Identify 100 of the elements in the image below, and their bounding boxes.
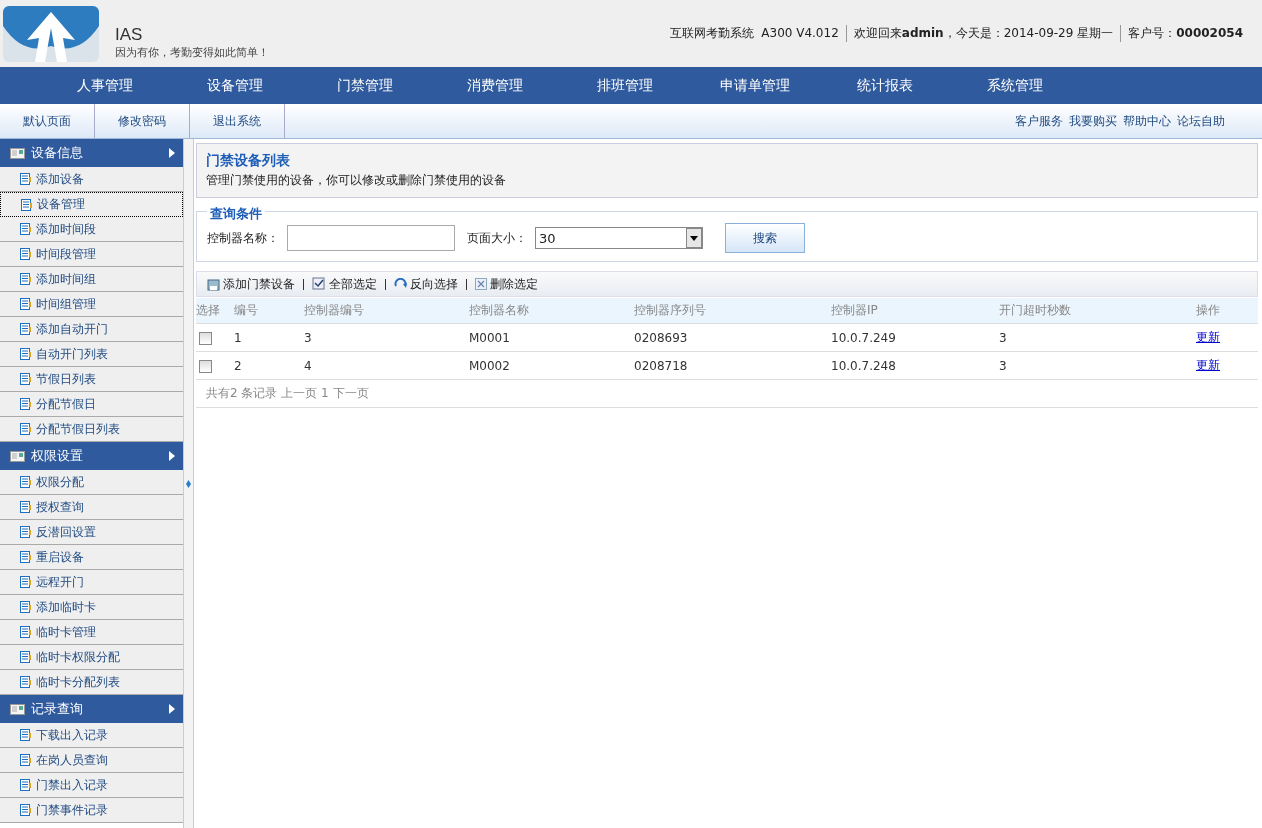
- toolbar-button[interactable]: 添加门禁设备: [207, 275, 295, 293]
- slogan: 因为有你，考勤变得如此简单！: [115, 45, 269, 60]
- sidebar-item[interactable]: 权限分配: [0, 470, 183, 495]
- column-header: 开门超时秒数: [999, 298, 1196, 324]
- column-header: 编号: [228, 298, 304, 324]
- search-button[interactable]: 搜索: [725, 223, 805, 253]
- sidebar-item[interactable]: 临时卡管理: [0, 620, 183, 645]
- sub-nav-tab[interactable]: 默认页面: [0, 104, 95, 138]
- field-label: 页面大小：: [467, 229, 527, 247]
- sidebar-item[interactable]: 时间组管理: [0, 292, 183, 317]
- document-icon: [20, 626, 31, 638]
- top-link[interactable]: 帮助中心: [1123, 112, 1171, 130]
- row-checkbox[interactable]: [199, 359, 212, 373]
- sidebar-item[interactable]: 门禁出入记录: [0, 773, 183, 798]
- sidebar-section-header[interactable]: 设备信息: [0, 139, 183, 167]
- customer-number: 客户号：00002054: [1120, 25, 1250, 42]
- page-size-select[interactable]: 30: [535, 227, 703, 249]
- controller-name-field[interactable]: [287, 225, 455, 251]
- document-icon: [20, 526, 31, 538]
- table-cell: 10.0.7.249: [831, 323, 999, 352]
- table-cell: 10.0.7.248: [831, 351, 999, 380]
- sidebar-section-header[interactable]: 记录查询: [0, 695, 183, 723]
- nav-menu-item[interactable]: 人事管理: [40, 67, 170, 104]
- document-icon: [20, 173, 31, 185]
- sidebar-item[interactable]: 添加自动开门: [0, 317, 183, 342]
- sidebar-item[interactable]: 门禁事件记录: [0, 798, 183, 823]
- table-cell: 1: [228, 323, 304, 352]
- document-icon: [20, 501, 31, 513]
- column-header: 控制器序列号: [634, 298, 831, 324]
- nav-menu-item[interactable]: 设备管理: [170, 67, 300, 104]
- toolbar-button[interactable]: 全部选定: [312, 275, 377, 293]
- sub-nav-tab[interactable]: 退出系统: [190, 104, 285, 138]
- document-icon: [20, 804, 31, 816]
- document-icon: [20, 651, 31, 663]
- column-header: 操作: [1196, 298, 1258, 324]
- sub-nav-tab[interactable]: 修改密码: [95, 104, 190, 138]
- column-header: 控制器编号: [304, 298, 469, 324]
- top-link[interactable]: 客户服务: [1015, 112, 1063, 130]
- column-header: 选择: [196, 298, 228, 324]
- sidebar-item[interactable]: 远程开门: [0, 570, 183, 595]
- page-title: 门禁设备列表: [206, 152, 291, 170]
- table-cell: 4: [304, 351, 469, 380]
- document-icon: [20, 551, 31, 563]
- document-icon: [20, 779, 31, 791]
- sidebar-item[interactable]: 临时卡权限分配: [0, 645, 183, 670]
- sidebar-item[interactable]: 授权查询: [0, 495, 183, 520]
- sidebar-item[interactable]: 时间段管理: [0, 242, 183, 267]
- page-description: 管理门禁使用的设备，你可以修改或删除门禁使用的设备: [206, 172, 507, 189]
- column-header: 控制器IP: [831, 298, 999, 324]
- top-link[interactable]: 我要购买: [1069, 112, 1117, 130]
- document-icon: [20, 576, 31, 588]
- system-version: 互联网考勤系统 A300 V4.012: [668, 25, 840, 42]
- field-label: 控制器名称：: [207, 229, 279, 247]
- table-cell: 3: [999, 323, 1196, 352]
- sidebar-item[interactable]: 添加时间组: [0, 267, 183, 292]
- sidebar-item[interactable]: 添加临时卡: [0, 595, 183, 620]
- welcome-text: 欢迎回来admin，今天是：2014-09-29 星期一: [845, 25, 1121, 42]
- nav-menu-item[interactable]: 门禁管理: [300, 67, 430, 104]
- table-cell: 0208693: [634, 323, 831, 352]
- sidebar-item[interactable]: 分配节假日: [0, 392, 183, 417]
- document-icon: [20, 754, 31, 766]
- sidebar-item[interactable]: 临时卡分配列表: [0, 670, 183, 695]
- document-icon: [20, 348, 31, 360]
- sidebar-section-header[interactable]: 权限设置: [0, 442, 183, 470]
- table-cell: M0001: [469, 323, 634, 352]
- sidebar-item[interactable]: 添加设备: [0, 167, 183, 192]
- nav-menu-item[interactable]: 统计报表: [820, 67, 950, 104]
- document-icon: [20, 729, 31, 741]
- sidebar-item[interactable]: 反潜回设置: [0, 520, 183, 545]
- query-legend: 查询条件: [207, 205, 265, 223]
- table-cell: M0002: [469, 351, 634, 380]
- sidebar-item[interactable]: 设备管理: [0, 192, 183, 217]
- nav-menu-item[interactable]: 申请单管理: [690, 67, 820, 104]
- sidebar-item[interactable]: 自动开门列表: [0, 342, 183, 367]
- document-icon: [20, 323, 31, 335]
- sidebar-item[interactable]: 添加时间段: [0, 217, 183, 242]
- document-icon: [20, 248, 31, 260]
- sidebar-item[interactable]: 节假日列表: [0, 367, 183, 392]
- triangle-icon: [169, 451, 175, 461]
- row-checkbox[interactable]: [199, 331, 212, 345]
- toolbar-button[interactable]: 反向选择: [394, 275, 458, 293]
- window-icon: [10, 450, 25, 462]
- triangle-icon: [169, 148, 175, 158]
- sidebar-item[interactable]: 在岗人员查询: [0, 748, 183, 773]
- nav-menu-item[interactable]: 消费管理: [430, 67, 560, 104]
- sidebar-item[interactable]: 分配节假日列表: [0, 417, 183, 442]
- window-icon: [10, 703, 25, 715]
- sidebar-item[interactable]: 下载出入记录: [0, 723, 183, 748]
- document-icon: [21, 198, 32, 211]
- update-link[interactable]: 更新: [1196, 358, 1220, 372]
- update-link[interactable]: 更新: [1196, 330, 1220, 344]
- sidebar-item[interactable]: 重启设备: [0, 545, 183, 570]
- document-icon: [20, 273, 31, 285]
- nav-menu-item[interactable]: 系统管理: [950, 67, 1080, 104]
- document-icon: [20, 373, 31, 385]
- top-link[interactable]: 论坛自助: [1177, 112, 1225, 130]
- document-icon: [20, 298, 31, 310]
- nav-menu-item[interactable]: 排班管理: [560, 67, 690, 104]
- toolbar-button[interactable]: 删除选定: [475, 275, 538, 293]
- table-cell: 3: [304, 323, 469, 352]
